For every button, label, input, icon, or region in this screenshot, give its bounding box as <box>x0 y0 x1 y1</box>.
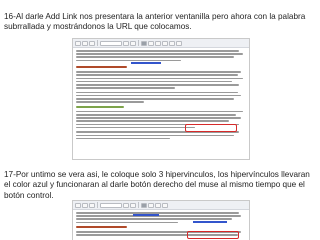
section-heading <box>76 226 246 229</box>
editor-toolbar <box>73 201 249 210</box>
toolbar-button <box>123 202 129 208</box>
toolbar-divider <box>97 202 98 208</box>
toolbar-button <box>155 40 161 46</box>
highlight-box <box>187 231 239 239</box>
screenshot-final-document <box>72 200 250 240</box>
step-17-caption: 17-Por untimo se vera asi, le coloque so… <box>4 170 310 200</box>
toolbar-button <box>162 40 168 46</box>
toolbar-button <box>148 202 154 208</box>
toolbar-button <box>130 40 136 46</box>
toolbar-button <box>82 40 88 46</box>
paragraph <box>76 91 246 103</box>
toolbar-button <box>141 202 147 208</box>
toolbar-button <box>169 40 175 46</box>
screenshot-editor-with-link <box>72 38 250 160</box>
toolbar-button <box>123 40 129 46</box>
toolbar-button <box>89 40 95 46</box>
editor-toolbar <box>73 39 249 48</box>
toolbar-button <box>148 40 154 46</box>
toolbar-button <box>75 40 81 46</box>
step-16-caption: 16-Al darle Add Link nos presentara la a… <box>4 12 306 32</box>
paragraph <box>76 50 246 62</box>
toolbar-button <box>75 202 81 208</box>
toolbar-button <box>176 40 182 46</box>
toolbar-button <box>82 202 88 208</box>
toolbar-button <box>141 40 147 46</box>
toolbar-button <box>162 202 168 208</box>
font-select <box>100 202 122 208</box>
toolbar-divider <box>138 40 139 46</box>
paragraph <box>76 71 246 89</box>
toolbar-button <box>155 202 161 208</box>
section-heading <box>76 66 246 69</box>
toolbar-button <box>89 202 95 208</box>
toolbar-divider <box>138 202 139 208</box>
hyperlink <box>193 221 227 223</box>
toolbar-divider <box>97 40 98 46</box>
section-heading <box>76 105 246 108</box>
toolbar-button <box>130 202 136 208</box>
hyperlink <box>133 214 159 216</box>
paragraph <box>76 131 246 140</box>
hyperlink-underline <box>131 62 161 64</box>
font-select <box>100 40 122 46</box>
highlight-box <box>185 124 237 132</box>
